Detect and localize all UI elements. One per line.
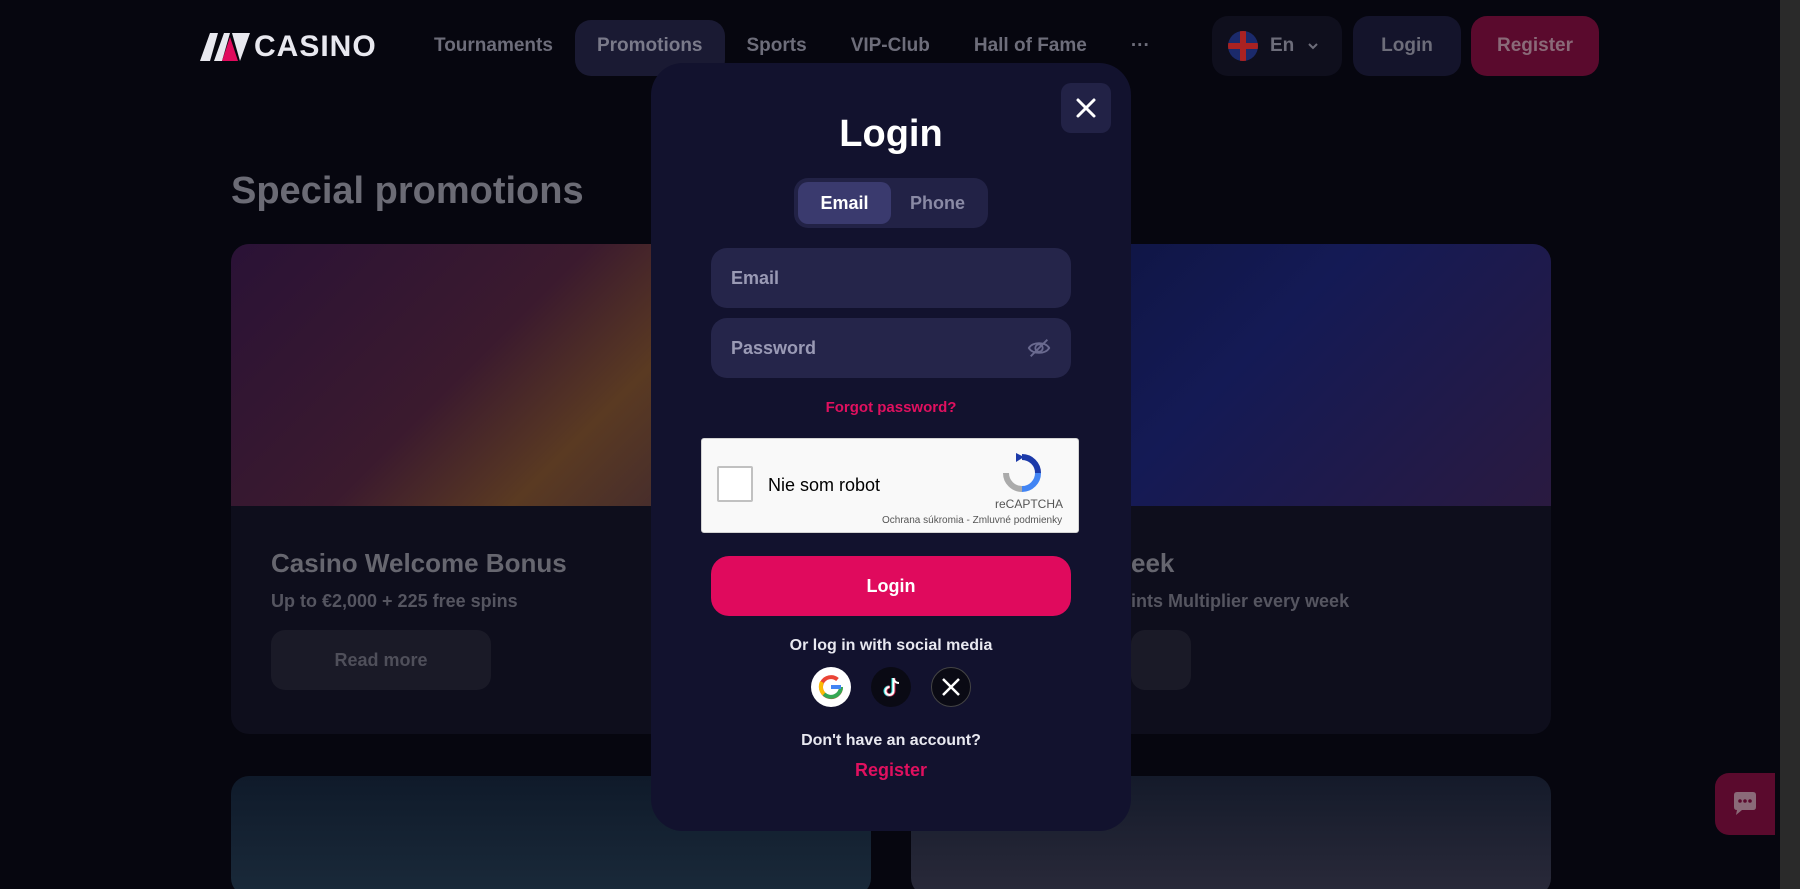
logo-mark-icon [200, 33, 250, 61]
x-icon [942, 678, 960, 696]
language-selector[interactable]: En [1212, 16, 1342, 76]
promo-title: eek [1131, 548, 1175, 578]
uk-flag-icon [1228, 31, 1258, 61]
login-button[interactable]: Login [711, 556, 1071, 616]
tiktok-icon [883, 677, 900, 697]
modal-title: Login [839, 113, 943, 155]
no-account-text: Don't have an account? [801, 732, 981, 749]
recaptcha-widget: Nie som robot reCAPTCHA Ochrana súkromia… [701, 438, 1079, 533]
chat-button[interactable] [1715, 773, 1775, 835]
logo-text: CASINO [254, 30, 377, 63]
promo-subtitle: Up to €2,000 + 225 free spins [271, 591, 518, 611]
x-login-button[interactable] [931, 667, 971, 707]
recaptcha-icon [1003, 453, 1041, 492]
email-field[interactable] [731, 267, 1051, 289]
eye-off-icon[interactable] [1027, 335, 1051, 361]
header-register-button[interactable]: Register [1471, 16, 1599, 76]
google-icon [818, 675, 844, 700]
google-login-button[interactable] [811, 667, 851, 707]
read-more-button[interactable]: Read more [271, 630, 491, 690]
language-label: En [1270, 35, 1295, 56]
site-logo[interactable]: CASINO [200, 30, 377, 64]
scrollbar[interactable] [1780, 0, 1800, 889]
social-label: Or log in with social media [789, 637, 993, 654]
register-link[interactable]: Register [651, 760, 1131, 781]
social-login-row [811, 667, 971, 707]
login-method-tabs: Email Phone [794, 178, 988, 228]
tab-phone[interactable]: Phone [891, 182, 984, 224]
recaptcha-brand: reCAPTCHA [995, 497, 1064, 511]
header-login-button[interactable]: Login [1353, 16, 1461, 76]
read-more-button[interactable] [1131, 630, 1191, 690]
recaptcha-links[interactable]: Ochrana súkromia - Zmluvné podmienky [882, 515, 1062, 526]
promo-subtitle: ints Multiplier every week [1131, 591, 1350, 611]
password-field[interactable] [731, 337, 1027, 359]
password-field-wrapper [711, 318, 1071, 378]
section-title: Special promotions [231, 170, 584, 212]
chat-icon [1734, 792, 1756, 815]
login-modal: Login Email Phone Forgot password? Nie s… [651, 63, 1131, 831]
nav-item-tournaments[interactable]: Tournaments [412, 20, 575, 76]
forgot-password-link[interactable]: Forgot password? [651, 399, 1131, 416]
tab-email[interactable]: Email [798, 182, 891, 224]
tiktok-login-button[interactable] [871, 667, 911, 707]
chevron-down-icon [1308, 43, 1318, 50]
nav-more-button[interactable]: ··· [1109, 20, 1172, 76]
recaptcha-label: Nie som robot [768, 475, 881, 495]
email-field-wrapper [711, 248, 1071, 308]
recaptcha-checkbox[interactable] [717, 466, 753, 502]
promo-title: Casino Welcome Bonus [271, 548, 567, 578]
